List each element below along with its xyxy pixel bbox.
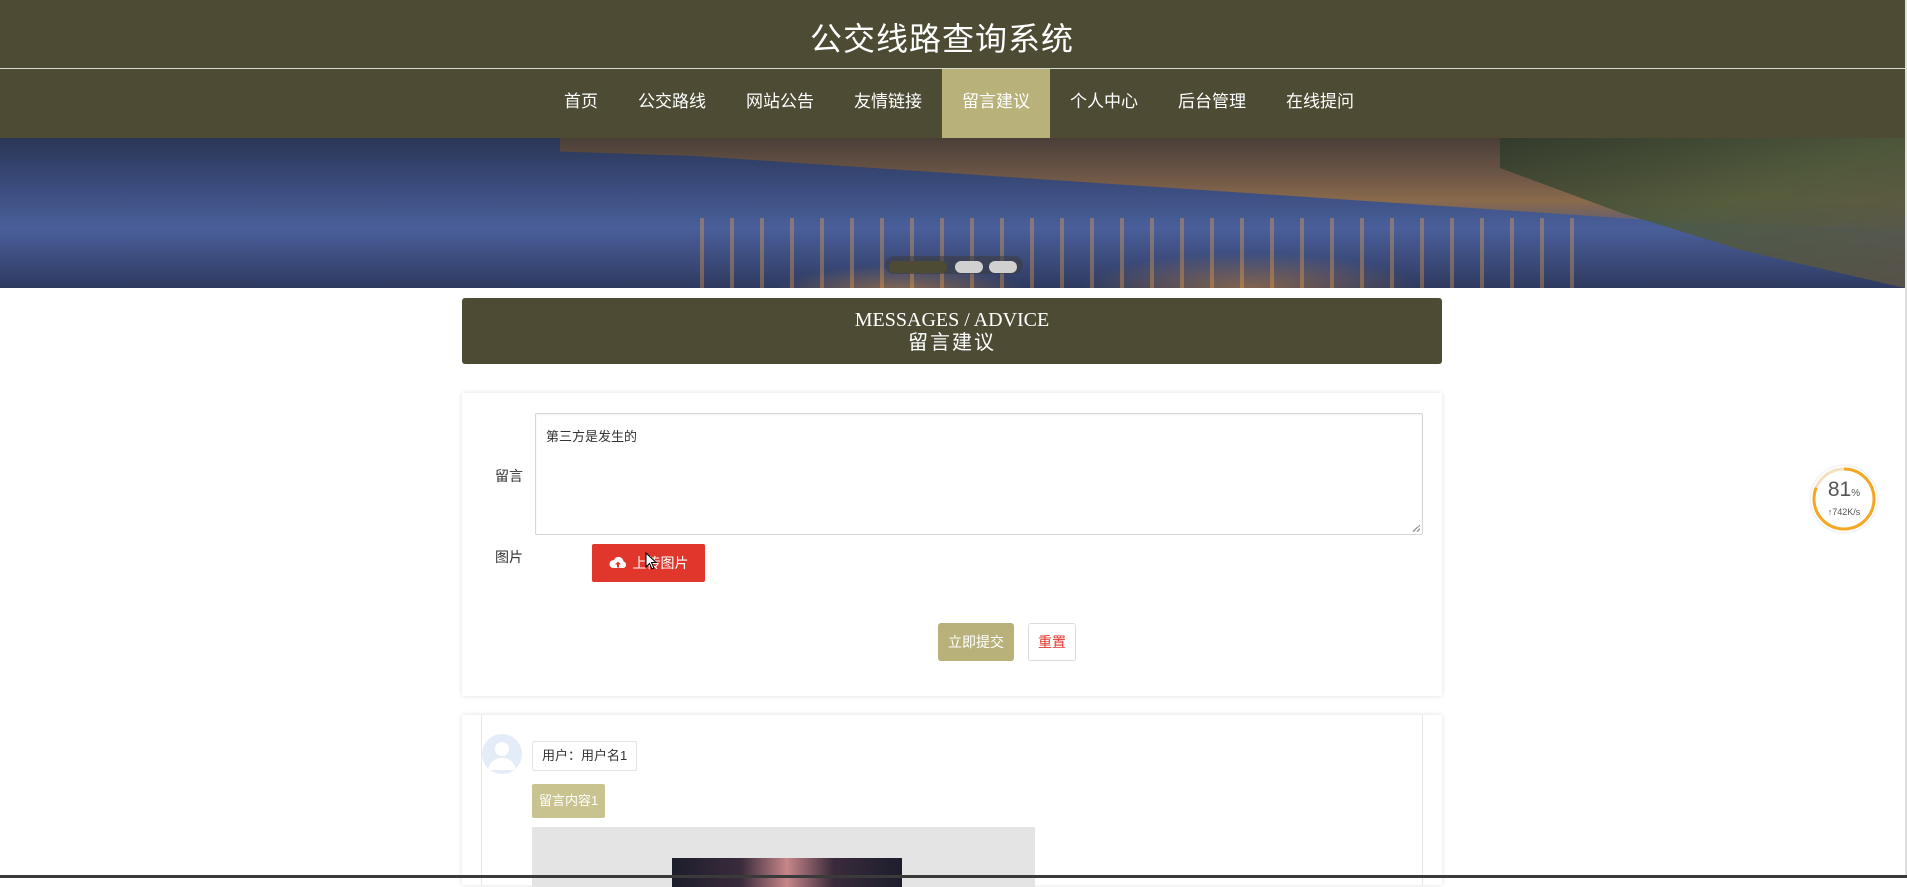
- message-content: 留言内容1: [532, 784, 606, 818]
- message-image: [532, 827, 1035, 887]
- nav-item-friend-links[interactable]: 友情链接: [834, 69, 942, 138]
- site-header: 公交线路查询系统: [0, 0, 1907, 69]
- submit-button[interactable]: 立即提交: [938, 623, 1014, 661]
- upload-label: 上传图片: [632, 555, 689, 571]
- carousel-dot-3[interactable]: [989, 261, 1017, 273]
- site-title: 公交线路查询系统: [809, 21, 1074, 57]
- cloud-upload-icon: [608, 556, 626, 568]
- section-title-zh: 留言建议: [908, 332, 996, 354]
- message-text: 第三方是发生的: [546, 429, 638, 444]
- speed-rate: ↑742K/s: [1827, 507, 1861, 517]
- network-speed-widget[interactable]: 81% ↑742K/s: [1811, 466, 1877, 532]
- carousel-dot-2[interactable]: [955, 261, 983, 273]
- carousel-dot-1[interactable]: [889, 261, 947, 273]
- message-textarea[interactable]: 第三方是发生的: [535, 413, 1423, 535]
- section-header: MESSAGES / ADVICE 留言建议: [462, 298, 1442, 364]
- carousel-indicators: [885, 256, 1023, 274]
- message-user: 用户：用户名1: [532, 741, 638, 771]
- image-label: 图片: [495, 549, 523, 565]
- resize-handle-icon[interactable]: [1412, 524, 1420, 532]
- section-title-en: MESSAGES / ADVICE: [854, 309, 1050, 331]
- nav-item-messages[interactable]: 留言建议: [942, 69, 1050, 138]
- nav-item-home[interactable]: 首页: [544, 69, 618, 138]
- nav-item-announcements[interactable]: 网站公告: [726, 69, 834, 138]
- mouse-cursor-icon: [645, 552, 657, 570]
- nav-item-online-questions[interactable]: 在线提问: [1266, 69, 1374, 138]
- nav-item-bus-routes[interactable]: 公交路线: [618, 69, 726, 138]
- user-avatar-icon: [482, 734, 522, 774]
- message-label: 留言: [495, 468, 523, 484]
- reset-button[interactable]: 重置: [1028, 623, 1076, 661]
- nav-item-personal-center[interactable]: 个人中心: [1050, 69, 1158, 138]
- nav-item-admin[interactable]: 后台管理: [1158, 69, 1266, 138]
- speed-percent: 81: [1827, 478, 1852, 501]
- main-nav: 首页 公交路线 网站公告 友情链接 留言建议 个人中心 后台管理 在线提问: [0, 69, 1907, 138]
